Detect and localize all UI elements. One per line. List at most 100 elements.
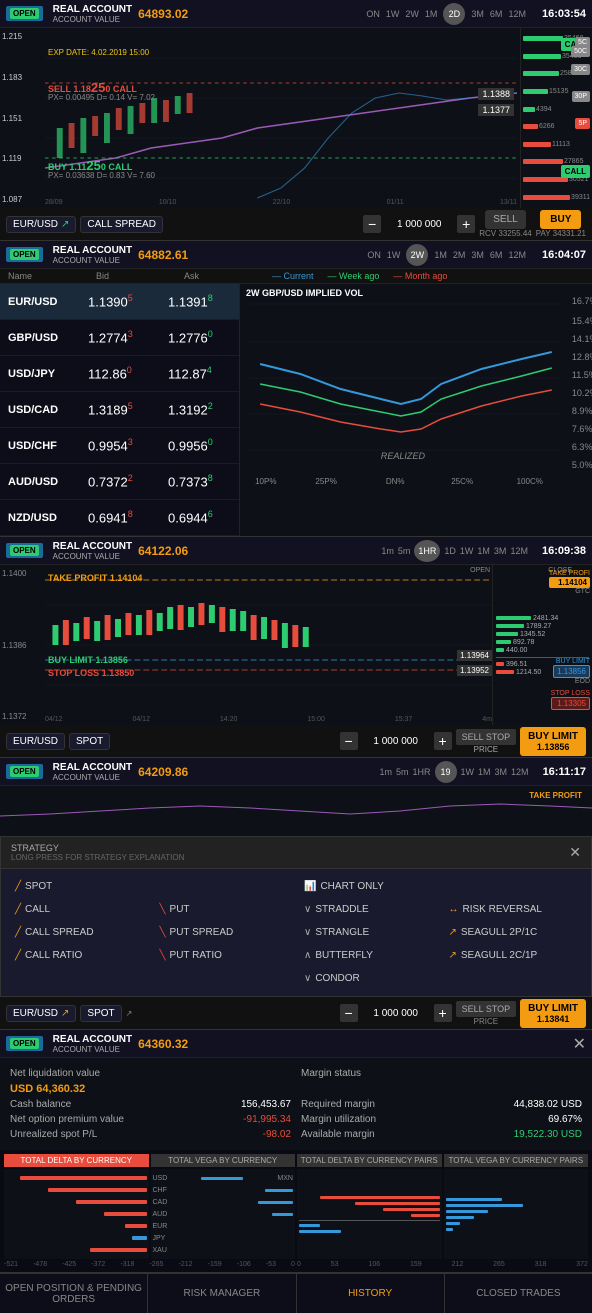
- buy-limit-btn-4[interactable]: BUY LIMIT 1.13841: [520, 999, 586, 1028]
- strategy-put[interactable]: ╲ PUT: [152, 898, 297, 921]
- sell-button-1[interactable]: SELL: [485, 210, 525, 229]
- col-week: — Week ago: [328, 271, 380, 281]
- tf-1hr-3[interactable]: 1HR: [414, 540, 440, 562]
- chart-mini-4: TAKE PROFIT: [0, 786, 592, 836]
- pair-1: EUR/USD: [13, 219, 58, 230]
- bid-eur-usd: 1.13905: [88, 293, 168, 309]
- sell-stop-btn-4[interactable]: SELL STOP: [456, 1001, 517, 1017]
- tf-2m-2[interactable]: 2M: [453, 250, 466, 260]
- nav-risk-manager[interactable]: RISK MANAGER: [148, 1274, 296, 1313]
- list-item[interactable]: NZD/USD 0.69418 0.69446: [0, 500, 239, 536]
- call-btn-5c[interactable]: 5C: [575, 37, 590, 48]
- pair-selector-1[interactable]: EUR/USD ↗: [6, 216, 76, 233]
- tf-1w-3[interactable]: 1W: [460, 546, 474, 556]
- tf-1m-2[interactable]: 1M: [434, 250, 447, 260]
- list-item[interactable]: USD/CHF 0.99543 0.99560: [0, 428, 239, 464]
- buy-limit-btn-3[interactable]: BUY LIMIT 1.13856: [520, 727, 586, 756]
- qty-plus-1[interactable]: +: [457, 215, 475, 233]
- nav-open-positions[interactable]: OPEN POSITION & PENDING ORDERS: [0, 1274, 148, 1313]
- call-btn-30c[interactable]: 30C: [571, 64, 590, 75]
- tf-1m2-3[interactable]: 1M: [477, 546, 490, 556]
- strategy-straddle[interactable]: ∨ STRADDLE: [296, 898, 441, 921]
- strategy-selector-4[interactable]: SPOT: [80, 1005, 121, 1022]
- tf-3m-2[interactable]: 3M: [471, 250, 484, 260]
- currency-usd: USD: [153, 1175, 168, 1182]
- account-summary: Net liquidation value USD 64,360.32 Cash…: [0, 1058, 592, 1150]
- eod-label: EOD: [553, 678, 590, 685]
- call-btn-bottom[interactable]: CALL: [561, 165, 590, 178]
- qty-minus-4[interactable]: −: [340, 1004, 358, 1022]
- spot-label: SPOT: [25, 881, 52, 892]
- tf-1w-4[interactable]: 1W: [461, 767, 475, 777]
- buy-button-1[interactable]: BUY: [540, 210, 581, 229]
- tf-on-2[interactable]: ON: [367, 250, 381, 260]
- tf-1m-1[interactable]: 1M: [425, 9, 438, 19]
- strategy-condor[interactable]: ∨ CONDOR: [296, 967, 441, 990]
- strategy-butterfly[interactable]: ∧ BUTTERFLY: [296, 944, 441, 967]
- pair-selector-3[interactable]: EUR/USD: [6, 733, 65, 750]
- strategy-close-btn[interactable]: ✕: [569, 844, 581, 861]
- tf-1hr-4[interactable]: 1HR: [413, 767, 431, 777]
- tf-on-1[interactable]: ON: [366, 9, 380, 19]
- tf-12m-4[interactable]: 12M: [511, 767, 529, 777]
- tf-3m-3[interactable]: 3M: [494, 546, 507, 556]
- strategy-strangle[interactable]: ∨ STRANGLE: [296, 921, 441, 944]
- strategy-chart-only[interactable]: 📊 CHART ONLY: [296, 875, 441, 898]
- strategy-call-ratio[interactable]: ╱ CALL RATIO: [7, 944, 152, 967]
- strategy-seagull-2p1c[interactable]: ↗ SEAGULL 2P/1C: [441, 921, 586, 944]
- nav-closed-trades[interactable]: CLOSED TRADES: [445, 1274, 592, 1313]
- strategy-put-ratio[interactable]: ╲ PUT RATIO: [152, 944, 297, 967]
- call-btn-30p[interactable]: 30P: [572, 91, 590, 102]
- qty-plus-4[interactable]: +: [434, 1004, 452, 1022]
- call-btn-mid[interactable]: 5P: [575, 118, 590, 129]
- chart-area-1: 1.215 1.183 1.151 1.119 1.087: [0, 28, 592, 208]
- qty-minus-3[interactable]: −: [340, 732, 358, 750]
- tf-1w-2[interactable]: 1W: [387, 250, 401, 260]
- list-item[interactable]: EUR/USD 1.13905 1.13918: [0, 284, 239, 320]
- tf-12m-3[interactable]: 12M: [510, 546, 528, 556]
- sell-stop-btn[interactable]: SELL STOP: [456, 729, 517, 745]
- list-item[interactable]: GBP/USD 1.27743 1.27760: [0, 320, 239, 356]
- tf-5m-4[interactable]: 5m: [396, 767, 409, 777]
- strategy-spot[interactable]: ╱ SPOT: [7, 875, 152, 898]
- tf-2d-1[interactable]: 2D: [443, 3, 465, 25]
- tf-1m-4[interactable]: 1m: [379, 767, 392, 777]
- strategy-call[interactable]: ╱ CALL: [7, 898, 152, 921]
- ask-usd-cad: 1.31922: [168, 401, 213, 417]
- tf-1m-3[interactable]: 1m: [381, 546, 394, 556]
- pair-selector-4[interactable]: EUR/USD ↗: [6, 1005, 76, 1022]
- tf-2w-1[interactable]: 2W: [405, 9, 419, 19]
- qty-minus-1[interactable]: −: [363, 215, 381, 233]
- tf-3m-1[interactable]: 3M: [471, 9, 484, 19]
- ask-usd-chf: 0.99560: [168, 437, 213, 453]
- open-badge-1: OPEN: [10, 8, 39, 19]
- panel-2: OPEN REAL ACCOUNT ACCOUNT VALUE 64882.61…: [0, 241, 592, 537]
- strategy-selector-1[interactable]: CALL SPREAD: [80, 216, 163, 233]
- svg-text:8.9%: 8.9%: [572, 406, 592, 416]
- qty-plus-3[interactable]: +: [434, 732, 452, 750]
- tf-3m-4[interactable]: 3M: [495, 767, 508, 777]
- nav-history[interactable]: HISTORY: [297, 1274, 445, 1313]
- time-2: 16:04:07: [542, 249, 586, 261]
- tf-19-4[interactable]: 19: [435, 761, 457, 783]
- tf-2w-2[interactable]: 2W: [406, 244, 428, 266]
- strategy-risk-reversal[interactable]: ↔ RISK REVERSAL: [441, 898, 586, 921]
- tf-1d-3[interactable]: 1D: [444, 546, 456, 556]
- strategy-call-spread[interactable]: ╱ CALL SPREAD: [7, 921, 152, 944]
- take-profit-label: TAKE PROFIT 1.14104: [48, 573, 142, 583]
- tf-6m-1[interactable]: 6M: [490, 9, 503, 19]
- list-item[interactable]: USD/JPY 112.860 112.874: [0, 356, 239, 392]
- tf-5m-3[interactable]: 5m: [398, 546, 411, 556]
- strategy-selector-3[interactable]: SPOT: [69, 733, 110, 750]
- panel-5-close[interactable]: ✕: [573, 1034, 586, 1054]
- tf-1m2-4[interactable]: 1M: [478, 767, 491, 777]
- list-item[interactable]: AUD/USD 0.73722 0.73738: [0, 464, 239, 500]
- tf-6m-2[interactable]: 6M: [490, 250, 503, 260]
- tf-12m-2[interactable]: 12M: [508, 250, 526, 260]
- strategy-seagull-2c1p[interactable]: ↗ SEAGULL 2C/1P: [441, 944, 586, 967]
- list-item[interactable]: USD/CAD 1.31895 1.31922: [0, 392, 239, 428]
- tf-1w-1[interactable]: 1W: [386, 9, 400, 19]
- tf-12m-1[interactable]: 12M: [508, 9, 526, 19]
- strategy-put-spread[interactable]: ╲ PUT SPREAD: [152, 921, 297, 944]
- price-1: 1.215: [2, 32, 43, 41]
